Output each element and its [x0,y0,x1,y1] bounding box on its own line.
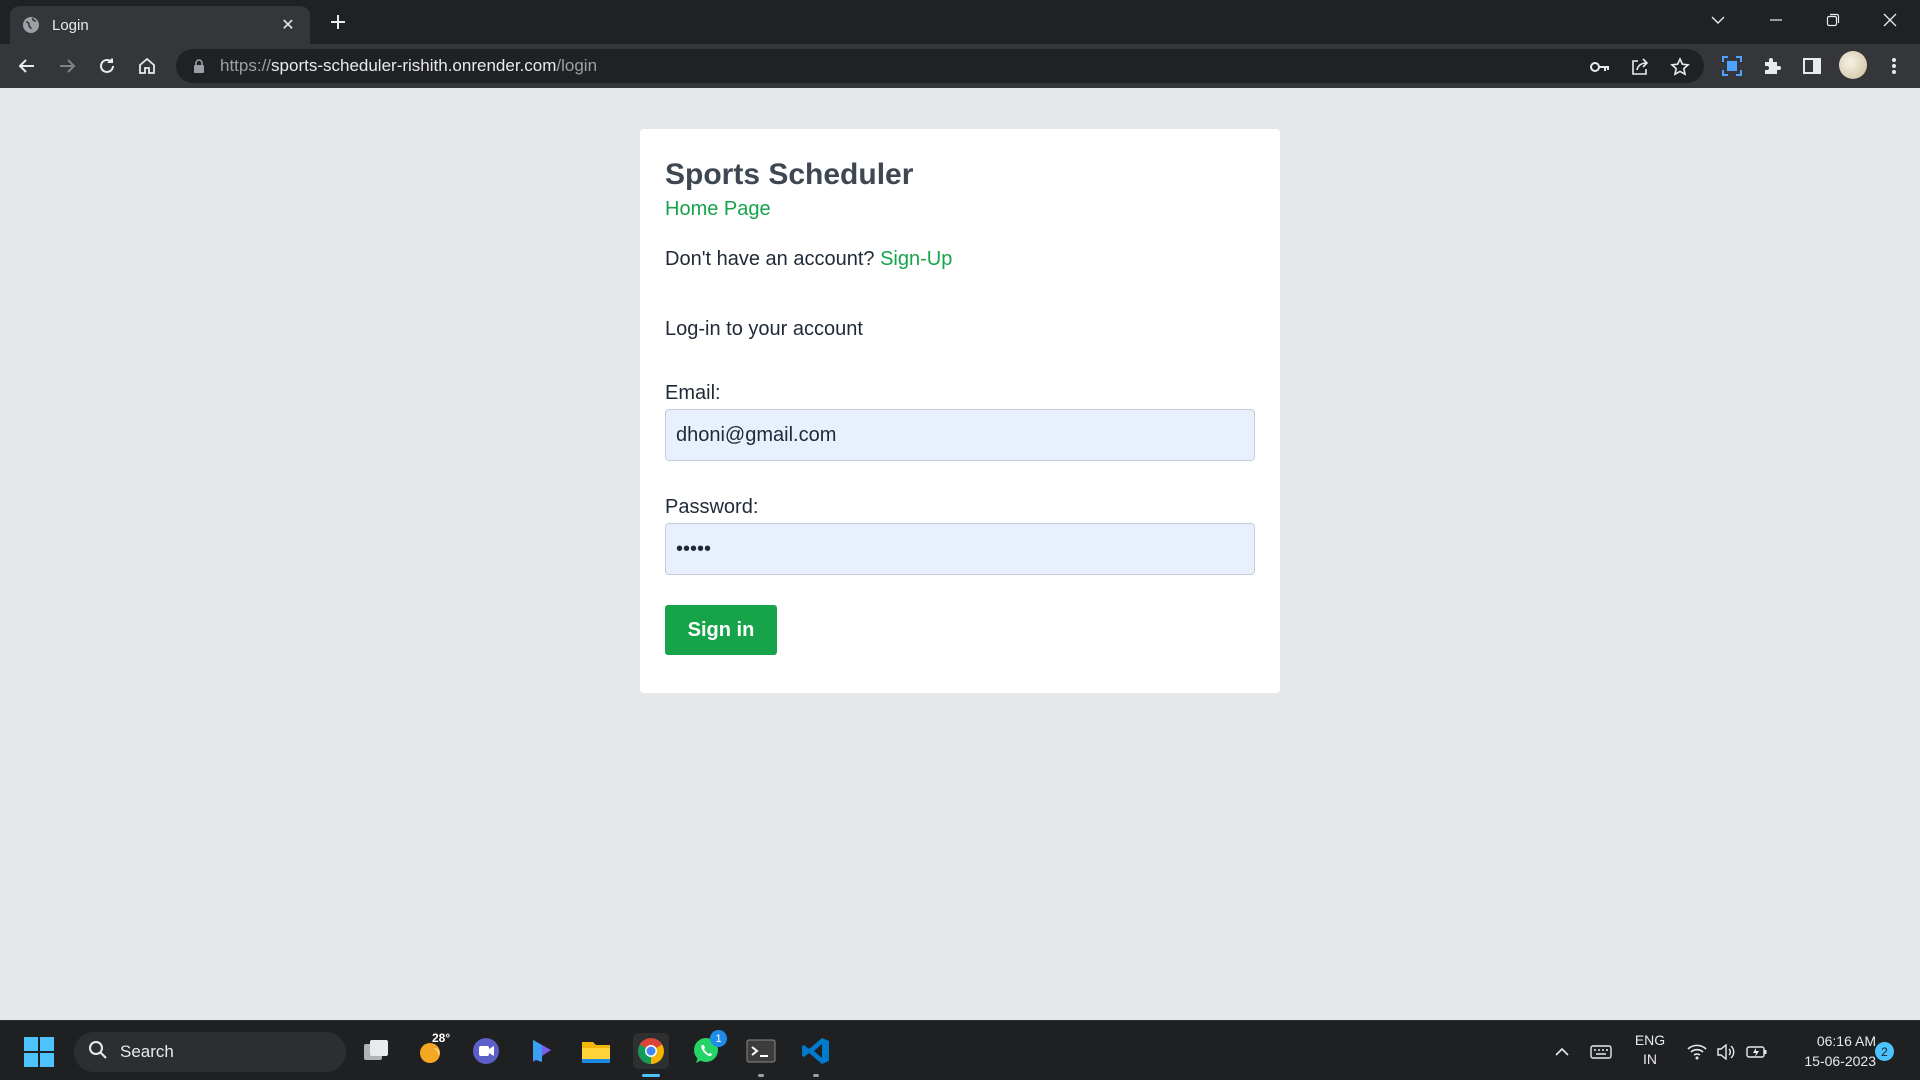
signup-link[interactable]: Sign-Up [880,248,952,270]
notification-badge[interactable]: 2 [1875,1042,1894,1061]
battery-icon[interactable] [1746,1041,1768,1063]
restore-icon[interactable] [1815,6,1851,34]
avatar[interactable] [1839,51,1867,79]
copilot-icon[interactable] [524,1033,560,1069]
extensions-icon[interactable] [1758,52,1786,80]
taskbar: Search 28° 1 ENG IN 06:16 AM 15-06-2023 … [0,1020,1920,1080]
back-icon[interactable] [13,52,41,80]
share-icon[interactable] [1630,57,1650,77]
teams-icon[interactable] [468,1033,504,1069]
browser-tab[interactable]: Login ✕ [10,6,310,44]
file-explorer-icon[interactable] [578,1033,614,1069]
active-app-indicator [642,1074,660,1077]
close-icon[interactable] [1872,6,1908,34]
home-page-link[interactable]: Home Page [665,195,1255,223]
new-tab-icon[interactable] [326,10,350,34]
terminal-icon[interactable] [743,1033,779,1077]
chrome-icon[interactable] [633,1033,669,1077]
signup-prompt-text: Don't have an account? [665,248,875,270]
task-view-icon[interactable] [358,1033,394,1069]
volume-icon[interactable] [1715,1041,1737,1063]
search-icon [88,1040,108,1065]
clock[interactable]: 06:16 AM 15-06-2023 [1780,1031,1876,1071]
login-card: Sports Scheduler Home Page Don't have an… [640,129,1280,693]
whatsapp-badge: 1 [710,1030,727,1047]
clock-date: 15-06-2023 [1804,1053,1876,1069]
chevron-up-icon[interactable] [1551,1041,1573,1063]
running-app-indicator [813,1074,819,1077]
tab-close-icon[interactable]: ✕ [278,15,298,35]
menu-icon[interactable] [1880,52,1908,80]
language-indicator[interactable]: ENG IN [1630,1031,1670,1069]
tab-search-icon[interactable] [1700,6,1736,34]
forward-icon[interactable] [53,52,81,80]
region-code: IN [1643,1051,1657,1067]
login-heading: Log-in to your account [665,318,863,340]
password-field[interactable] [665,523,1255,575]
start-button[interactable] [24,1037,54,1067]
minimize-icon[interactable] [1758,6,1794,34]
browser-toolbar: https://sports-scheduler-rishith.onrende… [0,44,1920,88]
language-code: ENG [1634,1032,1666,1048]
url-text[interactable]: https://sports-scheduler-rishith.onrende… [220,56,597,76]
reload-icon[interactable] [93,52,121,80]
taskbar-search[interactable]: Search [74,1032,346,1072]
email-label: Email: [665,382,721,404]
search-label: Search [120,1042,174,1061]
keyboard-icon[interactable] [1590,1041,1612,1063]
key-icon[interactable] [1590,57,1610,77]
running-app-indicator [758,1074,764,1077]
tab-title: Login [52,16,89,34]
home-icon[interactable] [133,52,161,80]
browser-titlebar: Login ✕ [0,0,1920,44]
password-label: Password: [665,496,759,518]
side-panel-icon[interactable] [1798,52,1826,80]
clock-time: 06:16 AM [1816,1033,1876,1049]
signup-prompt: Don't have an account? Sign-Up [665,245,1255,273]
weather-temp: 28° [432,1031,451,1045]
email-field[interactable] [665,409,1255,461]
screenshot-icon[interactable] [1718,52,1746,80]
globe-icon [22,16,40,34]
vscode-icon[interactable] [798,1033,834,1077]
address-bar[interactable]: https://sports-scheduler-rishith.onrende… [176,49,1704,83]
wifi-icon[interactable] [1686,1041,1708,1063]
star-icon[interactable] [1670,57,1690,77]
sign-in-button[interactable]: Sign in [665,605,777,655]
lock-icon[interactable] [192,59,206,73]
page-title: Sports Scheduler [665,158,914,191]
